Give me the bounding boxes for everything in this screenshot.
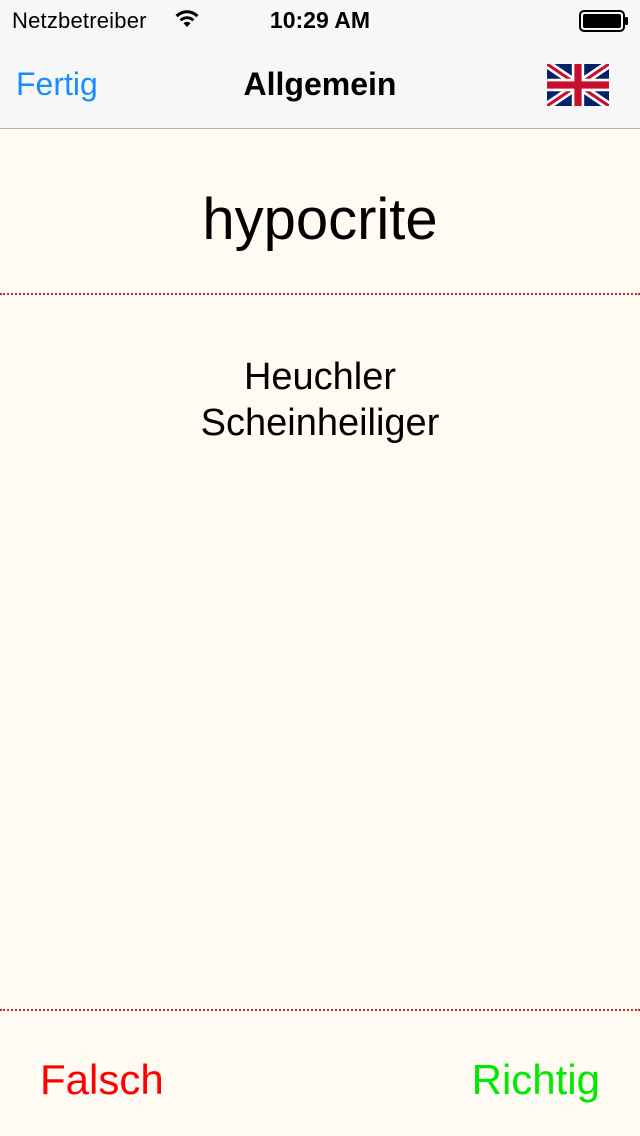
page-title: Allgemein xyxy=(243,66,397,102)
term-text: hypocrite xyxy=(202,187,438,252)
wrong-button[interactable]: Falsch xyxy=(40,1056,164,1104)
navigation-bar: Fertig Allgemein xyxy=(0,40,640,128)
battery-icon xyxy=(579,10,628,32)
flashcard-screen: Netzbetreiber 10:29 AM Fertig Allgemein xyxy=(0,0,640,1136)
top-divider xyxy=(0,293,640,295)
uk-flag-icon[interactable] xyxy=(547,64,609,106)
right-button[interactable]: Richtig xyxy=(472,1056,600,1104)
translation-item: Heuchler xyxy=(243,356,397,398)
translation-item: Scheinheiliger xyxy=(200,402,440,444)
translation-list: Heuchler Scheinheiliger xyxy=(0,354,640,446)
status-time: 10:29 AM xyxy=(269,7,371,33)
top-bar: Netzbetreiber 10:29 AM Fertig Allgemein xyxy=(0,0,640,129)
status-bar: Netzbetreiber 10:29 AM xyxy=(0,0,640,40)
bottom-divider xyxy=(0,1009,640,1011)
